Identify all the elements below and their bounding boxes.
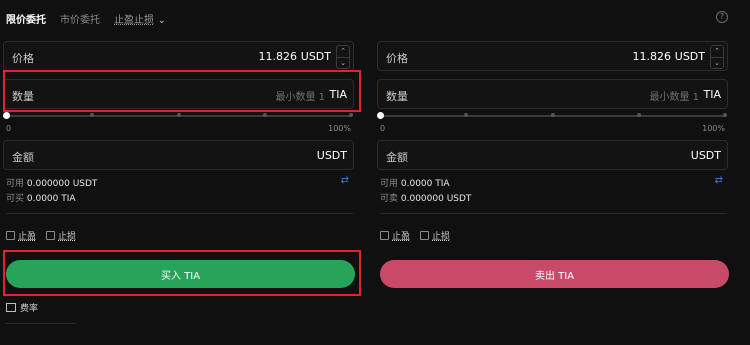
sell-stop-loss-checkbox[interactable]: 止损 [420, 229, 450, 242]
sell-price-label: 价格 [386, 52, 408, 65]
buy-stop-loss-checkbox[interactable]: 止损 [46, 229, 76, 242]
sell-price-stepper[interactable]: ⌃ ⌄ [710, 45, 724, 69]
slider-tick[interactable] [636, 113, 641, 117]
sell-available-label: 可用 [380, 179, 399, 189]
divider [6, 213, 353, 214]
buy-amount-field[interactable]: 金额 USDT [3, 140, 354, 170]
checkbox-icon[interactable] [380, 231, 389, 240]
checkbox-icon[interactable] [46, 231, 56, 240]
buy-amount-label: 金额 [12, 151, 34, 164]
divider [6, 323, 76, 324]
slider-tick[interactable] [176, 113, 181, 117]
slider-handle[interactable] [3, 112, 10, 119]
buy-price-value: 11.826 [258, 50, 298, 63]
slider-tick[interactable] [723, 113, 727, 117]
buy-price-unit: USDT [300, 50, 331, 63]
decrement-icon[interactable]: ⌄ [337, 58, 349, 69]
fee-icon [6, 303, 16, 312]
slider-tick[interactable] [464, 113, 469, 117]
increment-icon[interactable]: ⌃ [711, 46, 723, 58]
sell-available: 可用 0.0000 TIA [380, 176, 450, 189]
sell-price-unit: USDT [674, 50, 705, 63]
buy-take-profit-checkbox[interactable]: 止盈 [6, 229, 36, 242]
buy-price-label: 价格 [12, 52, 34, 65]
highlight-box-quantity [3, 70, 361, 112]
sell-quantity-slider[interactable] [377, 112, 727, 119]
divider [380, 213, 727, 214]
increment-icon[interactable]: ⌃ [337, 46, 349, 58]
sell-take-profit-checkbox[interactable]: 止盈 [380, 229, 410, 242]
slider-handle[interactable] [377, 112, 384, 119]
slider-tick[interactable] [90, 113, 95, 117]
sell-take-profit-label: 止盈 [392, 232, 411, 242]
sell-button-label: 卖出 TIA [534, 270, 575, 282]
buy-max-label: 可买 [6, 194, 25, 204]
buy-panel: 价格 11.826 USDT ⌃ ⌄ 数量 最小数量 1 TIA 0 100% … [3, 0, 361, 345]
buy-available-value: 0.000000 USDT [26, 179, 98, 189]
buy-max: 可买 0.0000 TIA [6, 191, 76, 204]
sell-button[interactable]: 卖出 TIA [380, 260, 729, 288]
transfer-icon[interactable]: ⇄ [341, 175, 349, 186]
slider-tick[interactable] [262, 113, 267, 117]
sell-amount-field[interactable]: 金额 USDT [377, 140, 728, 170]
sell-amount-label: 金额 [386, 151, 408, 164]
slider-min-label: 0 [6, 124, 12, 133]
fee-rate-label: 费率 [20, 304, 39, 314]
sell-max-value: 0.000000 USDT [400, 194, 472, 204]
sell-quantity-placeholder: 最小数量 1 [649, 92, 699, 103]
buy-price-stepper[interactable]: ⌃ ⌄ [336, 45, 350, 69]
sell-panel: 价格 11.826 USDT ⌃ ⌄ 数量 最小数量 1 TIA 0 100% … [377, 0, 731, 345]
slider-max-label: 100% [702, 124, 725, 133]
highlight-box-buy-button [3, 250, 361, 296]
buy-take-profit-label: 止盈 [18, 232, 37, 242]
checkbox-icon[interactable] [6, 231, 15, 240]
sell-price-value: 11.826 [632, 50, 672, 63]
transfer-icon[interactable]: ⇄ [715, 175, 723, 186]
sell-quantity-field[interactable]: 数量 最小数量 1 TIA [377, 79, 728, 109]
sell-tpsl-options: 止盈 止损 [380, 229, 460, 242]
sell-quantity-label: 数量 [386, 90, 408, 103]
buy-amount-unit: USDT [316, 149, 347, 162]
buy-quantity-slider[interactable] [3, 112, 353, 119]
buy-available: 可用 0.000000 USDT [6, 176, 97, 189]
buy-price-field[interactable]: 价格 11.826 USDT ⌃ ⌄ [3, 41, 354, 71]
buy-tpsl-options: 止盈 止损 [6, 229, 86, 242]
sell-available-value: 0.0000 TIA [400, 179, 450, 189]
decrement-icon[interactable]: ⌄ [711, 58, 723, 69]
buy-stop-loss-label: 止损 [58, 232, 77, 242]
sell-max-label: 可卖 [380, 194, 399, 204]
sell-quantity-unit: TIA [703, 88, 722, 101]
slider-tick[interactable] [349, 113, 353, 117]
checkbox-icon[interactable] [420, 231, 430, 240]
buy-max-value: 0.0000 TIA [26, 194, 76, 204]
slider-max-label: 100% [328, 124, 351, 133]
fee-rate[interactable]: 费率 [6, 301, 38, 314]
sell-amount-unit: USDT [690, 149, 721, 162]
sell-price-field[interactable]: 价格 11.826 USDT ⌃ ⌄ [377, 41, 728, 71]
buy-available-label: 可用 [6, 179, 25, 189]
slider-min-label: 0 [380, 124, 386, 133]
sell-max: 可卖 0.000000 USDT [380, 191, 471, 204]
sell-stop-loss-label: 止损 [432, 232, 451, 242]
slider-tick[interactable] [550, 113, 555, 117]
